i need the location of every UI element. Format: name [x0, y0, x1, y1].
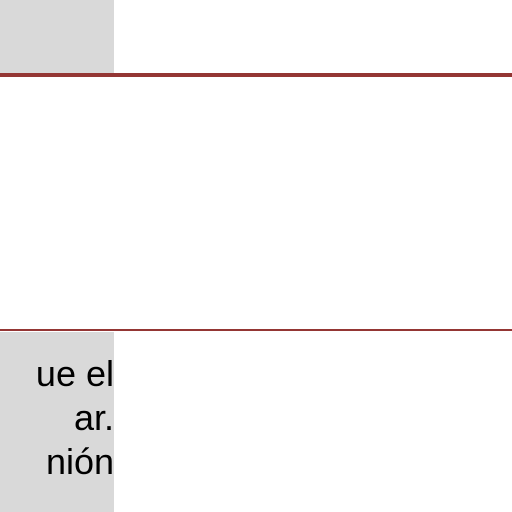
table-cell-line: nión — [45, 441, 114, 482]
table-rule-thick — [0, 73, 512, 77]
table-cell-text: ue el ar. nión — [0, 352, 114, 484]
document-page: ue el ar. nión — [0, 0, 512, 512]
table-cell-shaded-top — [0, 0, 114, 74]
table-rule-thin — [0, 329, 512, 331]
table-cell-line: ue el — [35, 353, 114, 394]
table-cell-line: ar. — [73, 397, 114, 438]
